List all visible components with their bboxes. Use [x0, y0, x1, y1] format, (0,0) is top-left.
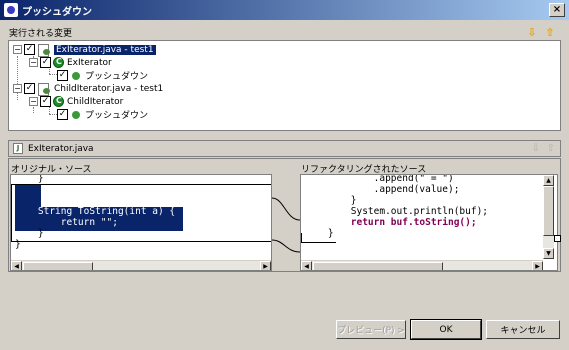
refactored-line: } [305, 195, 357, 206]
original-line: String ToString(int a) { [15, 206, 176, 217]
tree-item-childiterator-file[interactable]: − ✓ ChildIterator.java - test1 [13, 82, 164, 96]
java-file-icon [37, 43, 51, 57]
collapse-toggle[interactable]: − [29, 58, 38, 67]
original-source-label: オリジナル・ソース [11, 165, 92, 175]
scroll-right-button[interactable]: ▶ [260, 261, 271, 270]
scroll-thumb[interactable] [543, 186, 554, 236]
tree-item-label: ExIterator [67, 57, 112, 68]
close-button[interactable]: × [549, 3, 565, 17]
title-bar: プッシュダウン × [0, 0, 569, 20]
tree-item-childiterator-class[interactable]: − ✓ ChildIterator [29, 95, 123, 108]
tree-item-label: ChildIterator [67, 96, 124, 107]
overview-marker [554, 235, 561, 242]
collapse-toggle[interactable]: − [29, 97, 38, 106]
scroll-down-button[interactable]: ▼ [543, 248, 554, 259]
cancel-button[interactable]: キャンセル [486, 320, 560, 339]
scroll-left-button[interactable]: ◀ [11, 261, 22, 270]
scroll-thumb[interactable] [23, 262, 93, 270]
horizontal-scrollbar[interactable]: ◀ ▶ [301, 260, 543, 270]
tree-item-pushdown-1[interactable]: ✓ プッシュダウン [57, 69, 148, 82]
app-icon [4, 3, 18, 17]
class-icon [53, 96, 64, 107]
tree-item-exiterator-class[interactable]: − ✓ ExIterator [29, 56, 112, 69]
scroll-thumb[interactable] [313, 262, 443, 270]
tree-item-label: プッシュダウン [85, 111, 149, 121]
refactored-line: .append(" = ") [305, 174, 454, 184]
original-line: } [15, 239, 21, 250]
refactored-source-pane[interactable]: .append(" = ") .append(value); } System.… [300, 174, 558, 271]
ok-button[interactable]: OK [410, 319, 482, 340]
class-icon [53, 57, 64, 68]
refactored-source-label: リファクタリングされたソース [301, 165, 427, 175]
scroll-left-button[interactable]: ◀ [301, 261, 312, 270]
refactor-change-icon [70, 70, 82, 81]
compare-file-bar: J ExIterator.java ⇩ ⇧ [8, 140, 561, 157]
scroll-up-button[interactable]: ▲ [543, 175, 554, 186]
next-difference-icon[interactable]: ⇩ [532, 143, 540, 154]
original-line: } [15, 174, 44, 184]
original-line: } [15, 228, 44, 239]
vertical-scrollbar[interactable]: ▲ ▼ [543, 175, 554, 259]
java-file-icon: J [13, 143, 23, 154]
include-checkbox[interactable]: ✓ [57, 109, 68, 120]
original-line: return ""; [15, 217, 118, 228]
refactored-line: System.out.println(buf); [305, 206, 489, 217]
include-checkbox[interactable]: ✓ [40, 96, 51, 107]
tree-item-label: ExIterator.java - test1 [54, 44, 156, 55]
tree-item-label: プッシュダウン [85, 72, 149, 82]
tree-item-exiterator-file[interactable]: − ✓ ExIterator.java - test1 [13, 43, 156, 57]
window-title: プッシュダウン [22, 6, 92, 18]
diff-connector [272, 197, 300, 253]
previous-change-up-icon[interactable]: ⇧ [543, 25, 557, 39]
changes-tree: − ✓ ExIterator.java - test1 − ✓ ExIterat… [8, 40, 561, 131]
original-source-pane[interactable]: } String ToString(int a) { return ""; } … [10, 174, 272, 271]
scroll-right-button[interactable]: ▶ [532, 261, 543, 270]
preview-button[interactable]: プレビュー(P) > [336, 320, 406, 339]
tree-item-pushdown-2[interactable]: ✓ プッシュダウン [57, 108, 148, 121]
include-checkbox[interactable]: ✓ [40, 57, 51, 68]
changes-section-label: 実行される変更 [9, 29, 73, 39]
include-checkbox[interactable]: ✓ [24, 44, 35, 55]
next-change-down-icon[interactable]: ⇩ [525, 25, 539, 39]
refactored-line: .append(value); [305, 184, 460, 195]
java-file-icon [37, 82, 51, 96]
refactor-change-icon [70, 109, 82, 120]
collapse-toggle[interactable]: − [13, 84, 22, 93]
previous-difference-icon[interactable]: ⇧ [547, 143, 555, 154]
compare-viewer: オリジナル・ソース リファクタリングされたソース } String ToStri… [8, 158, 561, 272]
include-checkbox[interactable]: ✓ [24, 83, 35, 94]
include-checkbox[interactable]: ✓ [57, 70, 68, 81]
refactored-line: return buf.toString(); [305, 217, 477, 228]
compare-file-label: ExIterator.java [28, 143, 94, 154]
collapse-toggle[interactable]: − [13, 45, 22, 54]
tree-item-label: ChildIterator.java - test1 [54, 83, 164, 94]
horizontal-scrollbar[interactable]: ◀ ▶ [11, 260, 271, 270]
